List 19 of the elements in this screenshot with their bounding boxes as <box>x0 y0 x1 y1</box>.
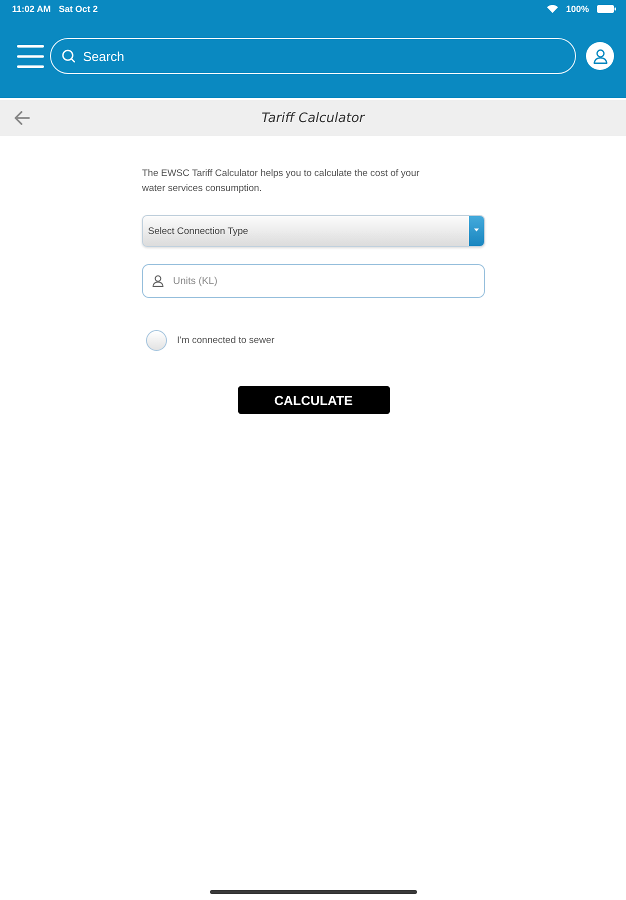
battery-percentage: 100% <box>566 4 589 14</box>
user-avatar-icon[interactable] <box>586 42 614 70</box>
menu-icon[interactable] <box>17 44 44 68</box>
status-time: 11:02 AM <box>12 4 51 14</box>
sewer-label: I'm connected to sewer <box>177 335 274 346</box>
search-field[interactable]: Search <box>50 38 576 74</box>
calculate-button[interactable]: CALCULATE <box>238 386 390 414</box>
connection-type-select[interactable]: Select Connection Type <box>142 215 485 247</box>
caret-icon <box>469 216 484 246</box>
search-icon <box>62 50 75 62</box>
status-date: Sat Oct 2 <box>58 4 98 14</box>
back-arrow-icon[interactable] <box>14 111 30 125</box>
wifi-icon <box>546 5 558 13</box>
intro-text: The EWSC Tariff Calculator helps you to calculate the cost of your water services consumption. <box>142 167 420 196</box>
user-icon <box>152 275 164 287</box>
units-field[interactable]: Units (KL) <box>142 264 485 298</box>
battery-icon <box>597 5 616 13</box>
sewer-checkbox[interactable] <box>146 330 167 351</box>
page-title: Tariff Calculator <box>261 110 365 126</box>
